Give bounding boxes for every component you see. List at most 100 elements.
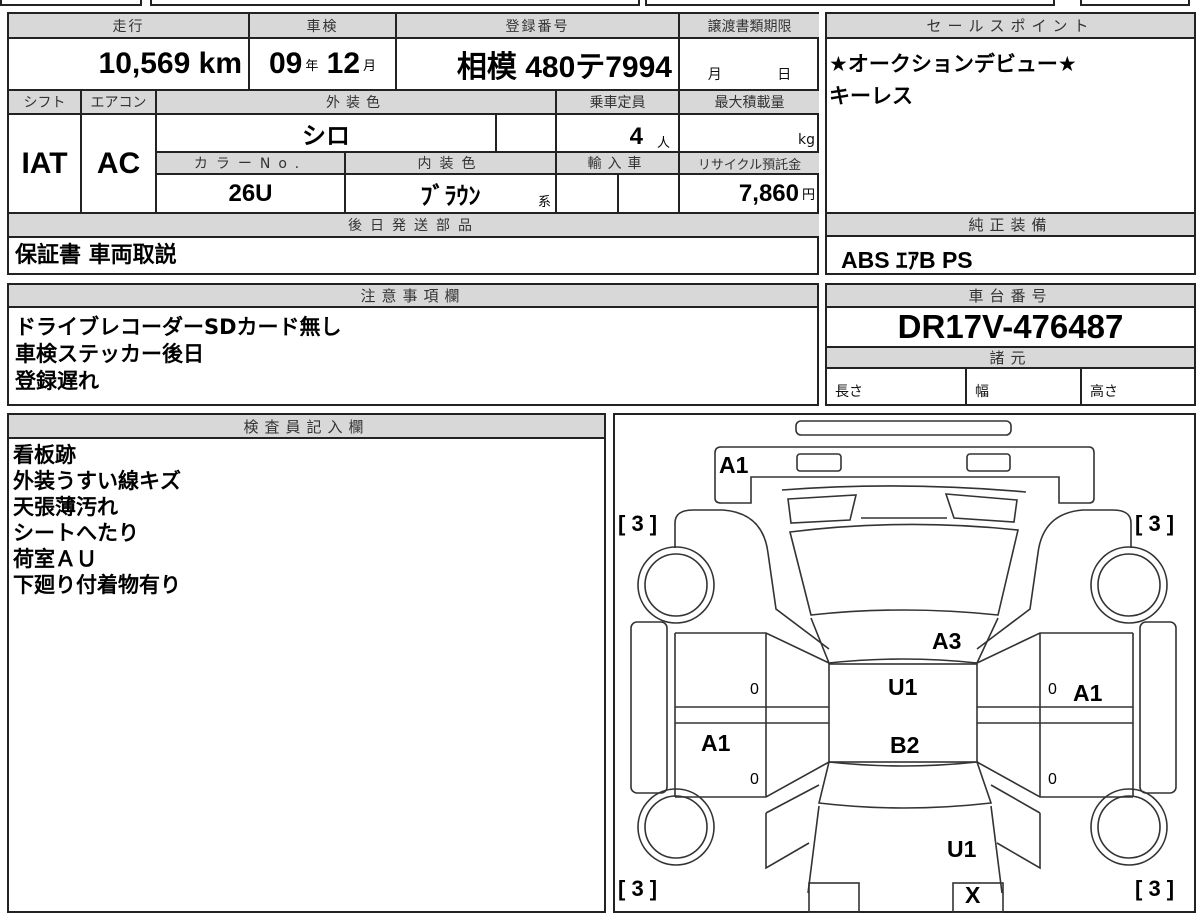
- color-no-header: カラーNo.: [157, 153, 346, 175]
- inspector-line: 看板跡: [13, 443, 76, 467]
- chassis-number: DR17V-476487: [897, 308, 1124, 345]
- aircon-header: エアコン: [82, 91, 157, 115]
- spec-width: 幅: [967, 369, 1082, 406]
- inspector-line: 外装うすい線キズ: [13, 469, 181, 493]
- inspector-header: 検査員記入欄: [9, 415, 604, 439]
- max-load-header: 最大積載量: [680, 91, 819, 115]
- hood-edge: [781, 485, 1027, 493]
- notes-list: ドライブレコーダーSDカード無し 車検ステッカー後日 登録遅れ: [9, 310, 817, 399]
- specs-header: 諸元: [827, 346, 1194, 369]
- cowl: [810, 617, 999, 664]
- headlight-left: [796, 453, 842, 472]
- shift-value: IAT: [9, 115, 82, 214]
- top-cut-cell: [645, 0, 1055, 6]
- notes-header: 注意事項欄: [9, 285, 817, 308]
- sale-point: ★オークションデビュー★: [829, 52, 1077, 76]
- mileage-number: 10,569: [98, 47, 191, 80]
- exterior-color-header: 外装色: [157, 91, 557, 115]
- recycle-header: リサイクル預託金: [680, 153, 819, 175]
- inspection-month: 12: [326, 47, 361, 80]
- vehicle-info-table: 走行 車検 登録番号 譲渡書類期限 10,569 km 09 年 12 月 相模 4…: [7, 12, 819, 275]
- mark-roof-front: U1: [888, 674, 918, 700]
- front-end-shape: [714, 446, 1095, 504]
- inspector-line: 天張薄汚れ: [13, 495, 118, 519]
- aircon-value: AC: [82, 115, 157, 214]
- front-right-fender: [976, 509, 1132, 650]
- rear-lamp-left: [808, 882, 860, 913]
- chassis-header: 車台番号: [827, 285, 1194, 308]
- exterior-color-extra: [497, 115, 557, 153]
- inspection-value: 09 年 12 月: [250, 39, 397, 91]
- inspector-list: 看板跡 外装うすい線キズ 天張薄汚れ シートへたり 荷室ＡＵ 下廻り付着物有り: [9, 439, 604, 601]
- month-unit: 月: [363, 57, 377, 73]
- notes-box: 注意事項欄 ドライブレコーダーSDカード無し 車検ステッカー後日 登録遅れ: [7, 283, 819, 406]
- car-diagram: A1 A3 U1 B2 A1 A1 U1 X [ 3 ] [ 3 ] [ 3 ]…: [618, 420, 1177, 913]
- equipment-header: 純正装備: [827, 212, 1194, 237]
- equipment-value: ABS ｴｱB PS: [841, 247, 973, 273]
- recycle-value: 7,860 円: [680, 175, 819, 214]
- windshield: [789, 523, 1019, 616]
- sale-points-header: セールスポイント: [827, 14, 1194, 39]
- mileage-value: 10,569 km: [9, 39, 250, 91]
- sale-points-list: ★オークションデビュー★ キーレス: [827, 42, 1194, 112]
- registration-value: 相模 480テ7994: [397, 39, 680, 91]
- note-line: ドライブレコーダーSDカード無し: [15, 315, 342, 339]
- headlight-right: [966, 453, 1011, 472]
- later-parts-value: 保証書 車両取説: [15, 243, 177, 268]
- exterior-color-value: シロ: [157, 115, 497, 153]
- interior-color-header: 内装色: [346, 153, 557, 175]
- capacity-value: 4人: [557, 115, 680, 153]
- capacity-header: 乗車定員: [557, 91, 680, 115]
- top-cut-cell: [1080, 0, 1190, 6]
- import-cell-2: [619, 175, 680, 214]
- transfer-month: 月: [707, 67, 722, 83]
- sale-point: キーレス: [829, 84, 913, 108]
- mark-rear-center: X: [965, 882, 981, 908]
- spec-length: 長さ: [827, 369, 967, 406]
- zero-mark: 0: [1048, 681, 1057, 698]
- recycle-unit: 円: [801, 187, 815, 202]
- import-cell-1: [557, 175, 619, 214]
- chassis-box: 車台番号 DR17V-476487 諸元 長さ 幅 高さ: [825, 283, 1196, 406]
- mark-front-bumper: A1: [719, 452, 749, 478]
- tire-front-left: [ 3 ]: [618, 511, 657, 536]
- note-line: 車検ステッカー後日: [15, 342, 204, 366]
- transfer-deadline-value: 月日: [680, 39, 819, 91]
- registration-header: 登録番号: [397, 14, 680, 39]
- mark-rear: U1: [947, 836, 977, 862]
- wheel-rear-right-outer: [1090, 788, 1168, 866]
- import-header: 輸入車: [557, 153, 680, 175]
- interior-color-value: ﾌﾞﾗｳﾝ 系: [346, 175, 557, 214]
- left-side-bar: [630, 621, 668, 794]
- rear-pillar: [818, 761, 993, 809]
- inspector-line: 下廻り付着物有り: [13, 573, 181, 597]
- car-diagram-box: A1 A3 U1 B2 A1 A1 U1 X [ 3 ] [ 3 ] [ 3 ]…: [613, 413, 1196, 913]
- transfer-day: 日: [777, 67, 792, 83]
- zero-mark: 0: [1048, 771, 1057, 788]
- mark-windshield-lower: A3: [932, 628, 961, 654]
- max-load-value: kg: [680, 115, 819, 153]
- recycle-amount: 7,860: [738, 179, 799, 207]
- mileage-unit: km: [198, 47, 242, 80]
- transfer-deadline-header: 譲渡書類期限: [680, 14, 819, 39]
- tire-front-right: [ 3 ]: [1135, 511, 1174, 536]
- shift-header: シフト: [9, 91, 82, 115]
- inspector-line: シートへたり: [13, 521, 139, 545]
- zero-mark: 0: [750, 681, 759, 698]
- right-side-bar: [1139, 621, 1177, 794]
- color-no-value: 26U: [157, 175, 346, 214]
- tire-rear-right: [ 3 ]: [1135, 876, 1174, 901]
- grille-shapes: [787, 493, 1018, 524]
- wheel-front-left-outer: [637, 546, 715, 624]
- mark-right-door: A1: [1073, 680, 1103, 706]
- spec-height: 高さ: [1090, 384, 1118, 400]
- mark-left-door: A1: [701, 730, 731, 756]
- year-unit: 年: [305, 57, 319, 73]
- wheel-front-right-outer: [1090, 546, 1168, 624]
- sale-points-box: セールスポイント ★オークションデビュー★ キーレス 純正装備 ABS ｴｱB …: [825, 12, 1196, 275]
- tire-rear-left: [ 3 ]: [618, 876, 657, 901]
- top-cut-cell: [150, 0, 640, 6]
- wheel-rear-left-outer: [637, 788, 715, 866]
- rear-quarter: [765, 784, 1041, 870]
- capacity-number: 4: [629, 123, 643, 150]
